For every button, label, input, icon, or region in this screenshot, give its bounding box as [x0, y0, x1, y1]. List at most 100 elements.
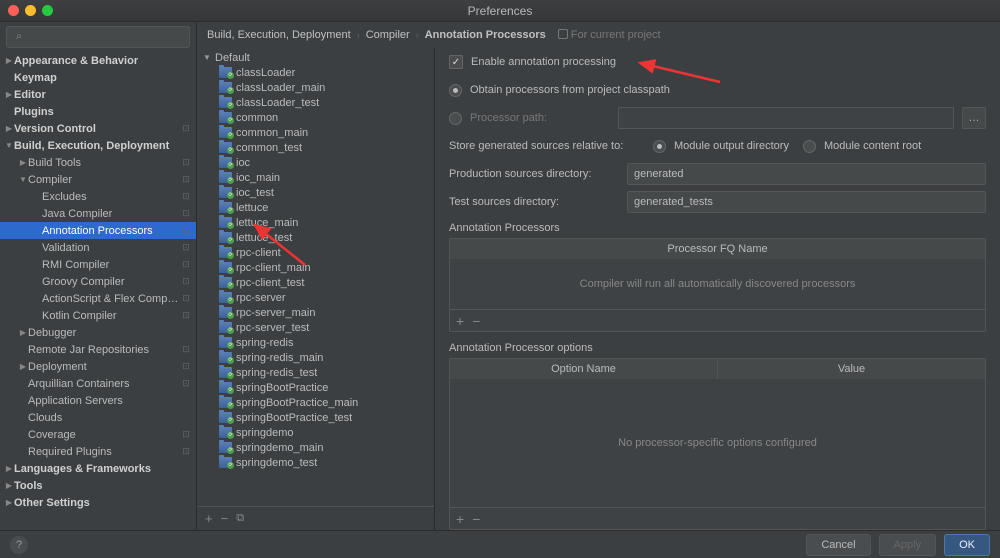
sidebar-item-java-compiler[interactable]: Java Compiler⊡ — [0, 205, 196, 222]
window-title: Preferences — [0, 4, 1000, 18]
module-ioc_main[interactable]: ⟳ ioc_main — [197, 170, 434, 185]
module-label: common_main — [236, 127, 308, 139]
sidebar-item-deployment[interactable]: ▶Deployment⊡ — [0, 358, 196, 375]
module-common_main[interactable]: ⟳common_main — [197, 125, 434, 140]
module-rpc-server[interactable]: ⟳rpc-server — [197, 290, 434, 305]
module-classLoader[interactable]: ⟳ classLoader — [197, 65, 434, 80]
remove-option-button[interactable]: − — [472, 511, 480, 527]
sidebar-item-groovy-compiler[interactable]: Groovy Compiler⊡ — [0, 273, 196, 290]
options-section-title: Annotation Processor options — [449, 342, 986, 354]
module-label: ioc_main — [236, 172, 280, 184]
search-icon: ⌕ — [16, 31, 22, 44]
test-dir-input[interactable] — [627, 191, 986, 213]
module-lettuce_main[interactable]: ⟳lettuce_main — [197, 215, 434, 230]
production-dir-input[interactable] — [627, 163, 986, 185]
sidebar-item-rmi-compiler[interactable]: RMI Compiler⊡ — [0, 256, 196, 273]
apply-button[interactable]: Apply — [879, 534, 937, 556]
ok-button[interactable]: OK — [944, 534, 990, 556]
enable-annotation-checkbox[interactable] — [449, 55, 463, 69]
module-spring-redis[interactable]: ⟳spring-redis — [197, 335, 434, 350]
module-lettuce[interactable]: ⟳lettuce — [197, 200, 434, 215]
sidebar-item-build-execution-deployment[interactable]: ▼Build, Execution, Deployment — [0, 137, 196, 154]
options-table: Option Name Value No processor-specific … — [449, 358, 986, 530]
module-rpc-server_test[interactable]: ⟳rpc-server_test — [197, 320, 434, 335]
sidebar-item-remote-jar-repositories[interactable]: Remote Jar Repositories⊡ — [0, 341, 196, 358]
module-ioc[interactable]: ⟳ioc — [197, 155, 434, 170]
sidebar-item-other-settings[interactable]: ▶Other Settings — [0, 494, 196, 511]
module-common[interactable]: ⟳common — [197, 110, 434, 125]
module-spring-redis_test[interactable]: ⟳spring-redis_test — [197, 365, 434, 380]
sidebar-item-excludes[interactable]: Excludes⊡ — [0, 188, 196, 205]
sidebar-item-arquillian-containers[interactable]: Arquillian Containers⊡ — [0, 375, 196, 392]
sidebar-item-coverage[interactable]: Coverage⊡ — [0, 426, 196, 443]
processor-path-radio[interactable] — [449, 112, 462, 125]
help-button[interactable]: ? — [10, 536, 28, 554]
project-scope-icon: ⊡ — [180, 123, 192, 135]
module-rpc-client[interactable]: ⟳rpc-client — [197, 245, 434, 260]
sidebar-item-validation[interactable]: Validation⊡ — [0, 239, 196, 256]
module-common_test[interactable]: ⟳common_test — [197, 140, 434, 155]
sidebar-item-label: Validation — [42, 242, 180, 254]
copy-profile-button[interactable]: ⧉ — [236, 512, 244, 525]
module-springdemo_main[interactable]: ⟳springdemo_main — [197, 440, 434, 455]
remove-processor-button[interactable]: − — [472, 313, 480, 329]
project-scope-icon: ⊡ — [180, 310, 192, 322]
add-processor-button[interactable]: + — [456, 313, 464, 329]
module-springBootPractice[interactable]: ⟳springBootPractice — [197, 380, 434, 395]
sidebar-item-required-plugins[interactable]: Required Plugins⊡ — [0, 443, 196, 460]
cancel-button[interactable]: Cancel — [806, 534, 870, 556]
module-folder-icon: ⟳ — [219, 97, 232, 108]
chevron-icon: ▶ — [18, 362, 28, 371]
sidebar-item-annotation-processors[interactable]: Annotation Processors⊡ — [0, 222, 196, 239]
module-folder-icon: ⟳ — [219, 172, 232, 183]
module-rpc-server_main[interactable]: ⟳rpc-server_main — [197, 305, 434, 320]
module-rpc-client_test[interactable]: ⟳rpc-client_test — [197, 275, 434, 290]
browse-path-button[interactable]: … — [962, 107, 986, 129]
module-folder-icon: ⟳ — [219, 367, 232, 378]
module-output-radio[interactable] — [653, 140, 666, 153]
sidebar-item-debugger[interactable]: ▶Debugger — [0, 324, 196, 341]
obtain-from-classpath-radio[interactable] — [449, 84, 462, 97]
module-content-root-radio[interactable] — [803, 140, 816, 153]
remove-profile-button[interactable]: − — [221, 511, 229, 526]
module-ioc_test[interactable]: ⟳ioc_test — [197, 185, 434, 200]
module-folder-icon: ⟳ — [219, 157, 232, 168]
sidebar-item-version-control[interactable]: ▶Version Control⊡ — [0, 120, 196, 137]
sidebar-item-editor[interactable]: ▶Editor — [0, 86, 196, 103]
add-profile-button[interactable]: + — [205, 511, 213, 526]
chevron-right-icon: › — [416, 30, 419, 40]
module-lettuce_test[interactable]: ⟳lettuce_test — [197, 230, 434, 245]
module-folder-icon: ⟳ — [219, 247, 232, 258]
module-rpc-client_main[interactable]: ⟳rpc-client_main — [197, 260, 434, 275]
sidebar-item-appearance-behavior[interactable]: ▶Appearance & Behavior — [0, 52, 196, 69]
add-option-button[interactable]: + — [456, 511, 464, 527]
module-springBootPractice_test[interactable]: ⟳springBootPractice_test — [197, 410, 434, 425]
sidebar-item-application-servers[interactable]: Application Servers — [0, 392, 196, 409]
module-label: rpc-server — [236, 292, 286, 304]
module-springdemo_test[interactable]: ⟳springdemo_test — [197, 455, 434, 470]
sidebar-item-clouds[interactable]: Clouds — [0, 409, 196, 426]
profile-default[interactable]: ▼Default — [197, 50, 434, 65]
module-label: classLoader — [236, 67, 295, 79]
module-springBootPractice_main[interactable]: ⟳springBootPractice_main — [197, 395, 434, 410]
module-folder-icon: ⟳ — [219, 67, 232, 78]
module-springdemo[interactable]: ⟳springdemo — [197, 425, 434, 440]
sidebar-item-tools[interactable]: ▶Tools — [0, 477, 196, 494]
module-folder-icon: ⟳ — [219, 307, 232, 318]
sidebar-item-keymap[interactable]: Keymap — [0, 69, 196, 86]
search-input[interactable] — [6, 26, 190, 48]
module-classLoader_test[interactable]: ⟳classLoader_test — [197, 95, 434, 110]
sidebar-item-plugins[interactable]: Plugins — [0, 103, 196, 120]
module-spring-redis_main[interactable]: ⟳spring-redis_main — [197, 350, 434, 365]
settings-tree[interactable]: ▶Appearance & BehaviorKeymap▶EditorPlugi… — [0, 52, 196, 530]
module-folder-icon: ⟳ — [219, 262, 232, 273]
sidebar-item-compiler[interactable]: ▼Compiler⊡ — [0, 171, 196, 188]
sidebar-item-languages-frameworks[interactable]: ▶Languages & Frameworks — [0, 460, 196, 477]
sidebar-item-build-tools[interactable]: ▶Build Tools⊡ — [0, 154, 196, 171]
sidebar-item-actionscript-flex-compiler[interactable]: ActionScript & Flex Compiler⊡ — [0, 290, 196, 307]
sidebar-item-kotlin-compiler[interactable]: Kotlin Compiler⊡ — [0, 307, 196, 324]
test-dir-label: Test sources directory: — [449, 196, 619, 208]
project-scope-icon — [180, 395, 192, 407]
module-classLoader_main[interactable]: ⟳classLoader_main — [197, 80, 434, 95]
module-tree[interactable]: ▼Default ⟳ classLoader⟳classLoader_main⟳cl… — [197, 48, 434, 506]
